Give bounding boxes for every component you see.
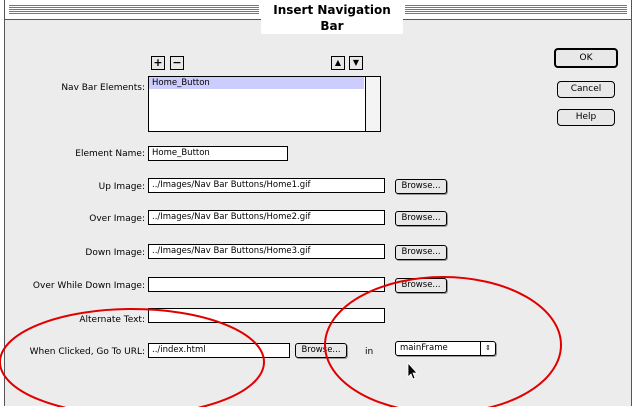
mouse-cursor-icon	[407, 361, 418, 380]
annotation-overlay	[0, 276, 562, 407]
annotation-circle-url	[0, 308, 265, 407]
annotation-circle-target	[324, 276, 562, 407]
